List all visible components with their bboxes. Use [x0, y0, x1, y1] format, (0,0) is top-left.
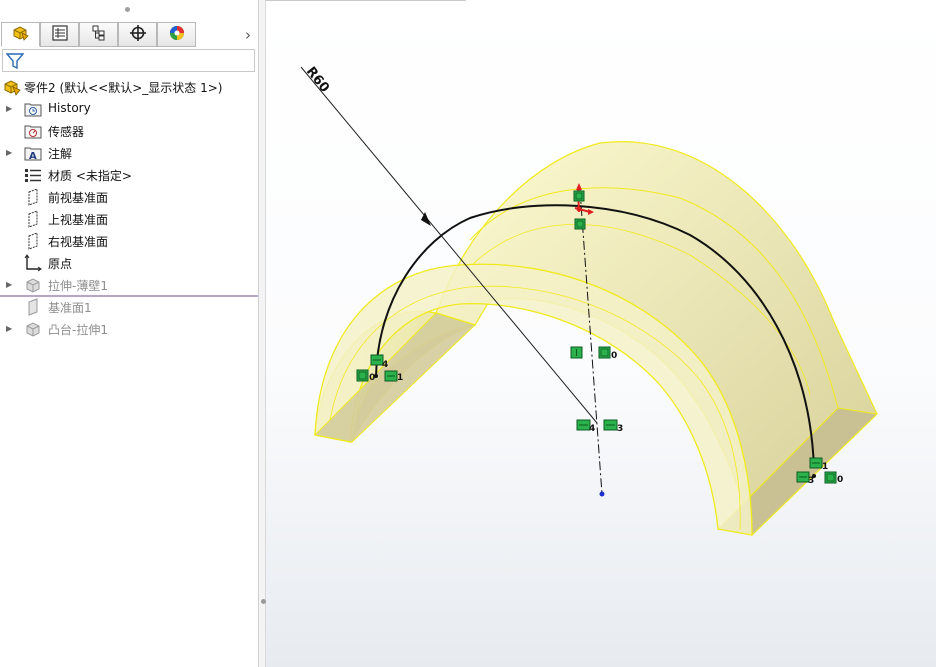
tree-item-origin[interactable]: 原点: [0, 252, 258, 274]
configurationmanager-icon: [89, 24, 109, 46]
svg-text:4: 4: [589, 424, 595, 434]
extrude-icon: [24, 276, 42, 294]
expand-arrow-icon[interactable]: ▶: [6, 104, 14, 114]
arc-endpoint-right[interactable]: [812, 474, 816, 478]
part-icon: [3, 78, 21, 96]
tree-item-label: 凸台-拉伸1: [48, 323, 108, 337]
annotation-folder-icon: A: [24, 144, 42, 162]
relation-glyph-fixed-center[interactable]: 0: [598, 346, 617, 361]
tree-item-label: 基准面1: [48, 301, 92, 315]
feature-manager-panel: › 零件2 (默认<<默认>_显示状态 1>) ▶ History 传感器 ▶ …: [0, 0, 258, 667]
viewport-top-border: [266, 0, 466, 1]
tree-root-label: 零件2 (默认<<默认>_显示状态 1>): [24, 81, 223, 95]
arc-endpoint-left[interactable]: [374, 374, 378, 378]
plane-icon: [24, 188, 42, 206]
tree-item-sensors[interactable]: 传感器: [0, 120, 258, 142]
svg-text:0: 0: [837, 475, 843, 485]
svg-text:4: 4: [382, 360, 388, 370]
filter-icon: [5, 52, 25, 74]
tab-featuremanager[interactable]: [1, 22, 40, 47]
tab-configurationmanager[interactable]: [79, 22, 118, 47]
radius-dimension-label[interactable]: R60: [303, 64, 332, 95]
tree-item-material[interactable]: 材质 <未指定>: [0, 164, 258, 186]
tab-propertymanager[interactable]: [40, 22, 79, 47]
boss-extrude-icon: [24, 320, 42, 338]
tree-item-annotations[interactable]: ▶ A 注解: [0, 142, 258, 164]
svg-text:1: 1: [397, 373, 403, 383]
panel-splitter[interactable]: [258, 0, 266, 667]
relation-glyph-coincident-top2[interactable]: [574, 218, 586, 230]
plane-icon: [24, 298, 42, 316]
expand-arrow-icon[interactable]: ▶: [6, 280, 14, 290]
tree-item-label: 传感器: [48, 125, 85, 139]
chevron-right-icon: ›: [245, 26, 251, 44]
tree-item-top-plane[interactable]: 上视基准面: [0, 208, 258, 230]
tab-scroll-right-button[interactable]: ›: [240, 25, 256, 45]
relation-glyph-horizontal-left2[interactable]: 1: [384, 370, 403, 383]
tree-item-label: 上视基准面: [48, 213, 109, 227]
plane-icon: [24, 210, 42, 228]
relation-glyph-vertical-center[interactable]: [570, 346, 583, 359]
featuremanager-icon: [11, 24, 31, 46]
manager-tab-strip: ›: [0, 22, 258, 48]
tree-item-front-plane[interactable]: 前视基准面: [0, 186, 258, 208]
tree-item-label: 注解: [48, 147, 73, 161]
relation-glyph-fixed-right[interactable]: 0: [824, 471, 843, 485]
sensor-folder-icon: [24, 122, 42, 140]
tab-displaymanager[interactable]: [157, 22, 196, 47]
tree-item-label: 右视基准面: [48, 235, 109, 249]
tree-item-thin-extrude[interactable]: ▶ 拉伸-薄壁1: [0, 274, 258, 296]
history-folder-icon: [24, 100, 42, 118]
material-icon: [24, 166, 42, 184]
tree-item-plane1[interactable]: 基准面1: [0, 296, 258, 318]
tab-dimxpertmanager[interactable]: [118, 22, 157, 47]
svg-text:3: 3: [617, 424, 623, 434]
displaymanager-icon: [167, 24, 187, 46]
svg-text:0: 0: [369, 373, 375, 383]
panel-grip[interactable]: [125, 7, 130, 12]
tree-item-label: 拉伸-薄壁1: [48, 279, 108, 293]
tree-item-history[interactable]: ▶ History: [0, 98, 258, 120]
tree-item-label: 原点: [48, 257, 73, 271]
expand-arrow-icon[interactable]: ▶: [6, 148, 14, 158]
graphics-viewport[interactable]: R60 4 0 1 0 4 3 1 3 0: [266, 0, 936, 667]
tree-item-label: History: [48, 101, 91, 115]
dimension-arrowhead: [421, 212, 431, 226]
dimxpert-icon: [128, 24, 148, 46]
relation-glyph-coincident-top[interactable]: [573, 190, 585, 202]
plane-icon: [24, 232, 42, 250]
origin-icon: [24, 254, 42, 272]
expand-arrow-icon[interactable]: ▶: [6, 324, 14, 334]
relation-glyph-horizontal-center[interactable]: 4: [576, 419, 595, 434]
tree-item-boss-extrude[interactable]: ▶ 凸台-拉伸1: [0, 318, 258, 340]
tree-item-label: 前视基准面: [48, 191, 109, 205]
tree-item-label: 材质 <未指定>: [48, 169, 132, 183]
arc-center-point[interactable]: [599, 491, 605, 497]
relation-glyph-horizontal-center2[interactable]: 3: [603, 419, 623, 434]
tree-root-part[interactable]: 零件2 (默认<<默认>_显示状态 1>): [0, 76, 258, 98]
svg-text:1: 1: [822, 462, 828, 472]
svg-text:A: A: [29, 151, 37, 162]
propertymanager-icon: [50, 24, 70, 46]
tree-item-right-plane[interactable]: 右视基准面: [0, 230, 258, 252]
svg-text:0: 0: [611, 351, 617, 361]
tree-filter-input[interactable]: [2, 49, 255, 72]
